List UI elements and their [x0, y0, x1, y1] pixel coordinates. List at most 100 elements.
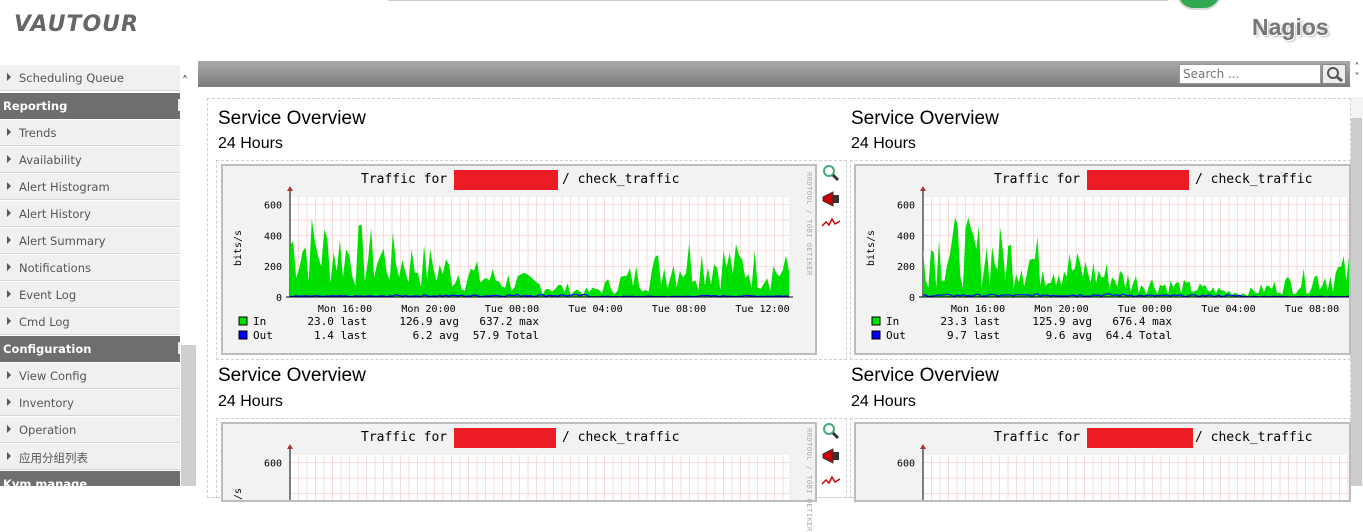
caret-right-icon [7, 317, 11, 325]
redacted-hostname [1087, 170, 1189, 190]
legend-swatch [871, 316, 881, 326]
megaphone-icon[interactable] [821, 190, 841, 208]
y-axis-label: bits/s [233, 230, 244, 266]
axis-arrow [287, 186, 293, 191]
sidebar-item-notifications[interactable]: Notifications [0, 255, 180, 281]
status-indicator[interactable] [1176, 0, 1222, 10]
y-tick-label: 0 [909, 293, 915, 304]
plot-area [923, 455, 1349, 500]
y-tick-label: 400 [897, 231, 915, 242]
caret-right-icon [7, 209, 11, 217]
sidebar-section-configuration[interactable]: Configuration [0, 336, 180, 362]
caret-right-icon [7, 290, 11, 298]
nagios-logo[interactable]: Nagios [1252, 14, 1329, 41]
graph-trend-icon[interactable] [821, 214, 841, 232]
search-input[interactable] [1179, 64, 1321, 84]
legend-swatch [238, 316, 248, 326]
megaphone-icon[interactable] [821, 447, 841, 465]
rrdtool-credit: RRDTOOL / TOBI OETIKER [805, 428, 813, 532]
y-tick-label: 400 [264, 231, 282, 242]
graph-title-prefix: Traffic for [361, 172, 448, 187]
legend-text: 57.9 Total [473, 329, 539, 342]
y-tick-label: 600 [264, 201, 282, 212]
sidebar-item-event-log[interactable]: Event Log [0, 282, 180, 308]
panel-period: 24 Hours [851, 135, 916, 152]
graph-title-prefix: Traffic for [994, 172, 1081, 187]
redacted-hostname [1087, 428, 1193, 448]
caret-right-icon [7, 128, 11, 136]
brand-logo[interactable]: VAUTOUR [14, 12, 139, 37]
x-tick-label: Tue 04:00 [1201, 304, 1255, 315]
header-divider [388, 0, 1168, 1]
sidebar-item-scheduling-queue[interactable]: Scheduling Queue [0, 65, 180, 91]
sidebar-item-availability[interactable]: Availability [0, 147, 180, 173]
caret-right-icon [7, 155, 11, 163]
sidebar-section-reporting[interactable]: Reporting [0, 93, 180, 119]
traffic-graph[interactable]: 600 400 200 0 bits/s Mon 16:00 Mon 20:00 Tue 00… [854, 164, 1351, 355]
panel-title: Service Overview [851, 108, 999, 129]
sidebar-section-kvm-manage[interactable]: Kvm manage [0, 471, 180, 486]
y-tick-label: 600 [897, 201, 915, 212]
caret-right-icon [7, 73, 11, 81]
legend-text: Out [253, 329, 273, 342]
x-tick-label: Tue 08:00 [652, 304, 706, 315]
y-axis-label: bits/s [233, 488, 244, 502]
sidebar-item-operation[interactable]: Operation [0, 417, 180, 443]
zoom-icon[interactable] [821, 422, 841, 440]
plot-area [290, 455, 789, 500]
panel-title: Service Overview [851, 365, 999, 386]
panel-title: Service Overview [218, 365, 366, 386]
caret-right-icon [7, 452, 11, 460]
y-tick-label: 0 [276, 293, 282, 304]
traffic-graph[interactable]: 600 bits/s Traffic for / check_traffic [221, 422, 817, 502]
sidebar-item-cmd-log[interactable]: Cmd Log [0, 309, 180, 335]
zoom-icon[interactable] [821, 164, 841, 182]
sidebar-scrollbar[interactable] [181, 345, 196, 486]
redacted-hostname [454, 170, 558, 190]
graph-title-prefix: Traffic for [361, 430, 448, 445]
legend-text: 9.6 avg [1046, 329, 1092, 342]
scroll-up-icon[interactable]: ˄ [182, 74, 188, 88]
legend-text: 9.7 last [947, 329, 1000, 342]
redacted-hostname [454, 428, 556, 448]
panel-period: 24 Hours [218, 135, 283, 152]
x-tick-label: Mon 16:00 [318, 304, 372, 315]
panel-period: 24 Hours [851, 393, 916, 410]
page-scroll-arrows[interactable]: ˄ ˅ [1351, 63, 1363, 87]
sidebar-item-app-group-list[interactable]: 应用分组列表 [0, 444, 180, 470]
graph-title-suffix: / check_traffic [562, 430, 680, 445]
legend-text: Out [886, 329, 906, 342]
traffic-graph[interactable]: 600 Traffic for / check_traffic [854, 422, 1351, 502]
caret-right-icon [7, 398, 11, 406]
sidebar-item-inventory[interactable]: Inventory [0, 390, 180, 416]
caret-right-icon [7, 425, 11, 433]
x-tick-label: Mon 20:00 [1034, 304, 1088, 315]
sidebar-item-view-config[interactable]: View Config [0, 363, 180, 389]
sidebar-item-alert-history[interactable]: Alert History [0, 201, 180, 227]
sidebar-item-alert-histogram[interactable]: Alert Histogram [0, 174, 180, 200]
legend-text: 126.9 avg [399, 315, 459, 328]
x-tick-label: Tue 00:00 [1118, 304, 1172, 315]
graph-trend-icon[interactable] [821, 472, 841, 490]
x-tick-label: Tue 12:00 [735, 304, 789, 315]
search-button[interactable] [1322, 64, 1346, 84]
sidebar-item-alert-summary[interactable]: Alert Summary [0, 228, 180, 254]
legend-text: 6.2 avg [413, 329, 459, 342]
legend-text: In [253, 315, 266, 328]
x-tick-label: Mon 16:00 [951, 304, 1005, 315]
search-icon [1327, 67, 1343, 83]
graph-title-prefix: Traffic for [994, 430, 1081, 445]
y-tick-label: 200 [897, 262, 915, 273]
app-header: VAUTOUR Nagios [0, 0, 1363, 60]
traffic-graph[interactable]: 600 400 200 0 bits/s Mon 16:00 Mon 20:00 Tue 00… [221, 164, 817, 355]
x-tick-label: Tue 04:00 [568, 304, 622, 315]
graph-title-suffix: / check_traffic [1195, 172, 1313, 187]
sidebar-item-trends[interactable]: Trends [0, 120, 180, 146]
y-tick-label: 600 [897, 459, 915, 470]
legend-text: 1.4 last [314, 329, 367, 342]
y-axis-label: bits/s [866, 230, 877, 266]
x-tick-label: Tue 00:00 [485, 304, 539, 315]
page-scrollbar-thumb[interactable] [1351, 118, 1362, 486]
legend-text: 23.0 last [307, 315, 367, 328]
legend-text: 676.4 max [1112, 315, 1172, 328]
